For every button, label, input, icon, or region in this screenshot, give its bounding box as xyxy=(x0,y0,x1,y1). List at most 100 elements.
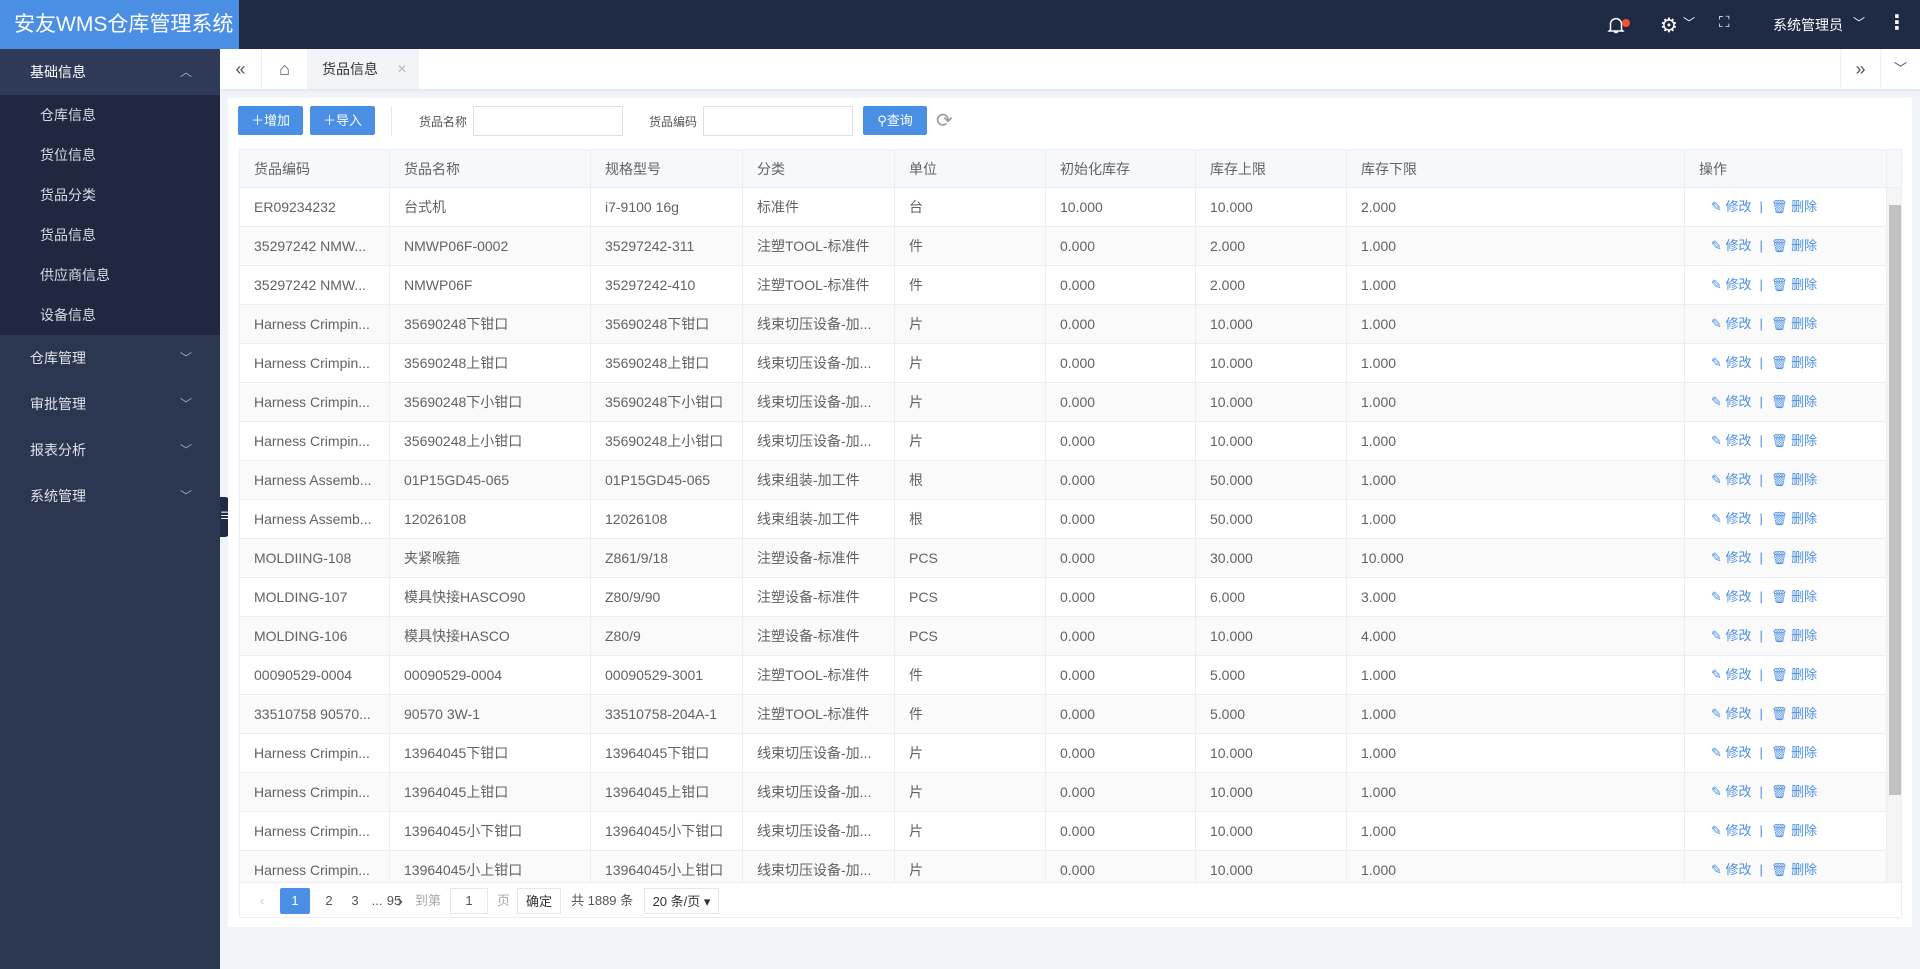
edit-button[interactable]: ✎ 修改 xyxy=(1711,550,1752,565)
confirm-button[interactable]: 确定 xyxy=(517,888,561,914)
next-page-icon[interactable]: › xyxy=(390,888,410,914)
edit-button[interactable]: ✎ 修改 xyxy=(1711,511,1752,526)
edit-button[interactable]: ✎ 修改 xyxy=(1711,355,1752,370)
table-cell: 10.000 xyxy=(1196,344,1347,382)
page-size-select[interactable]: 20 条/页 ▾ xyxy=(644,888,719,914)
delete-button[interactable]: 🗑 删除 xyxy=(1771,277,1817,292)
edit-button[interactable]: ✎ 修改 xyxy=(1711,238,1752,253)
delete-button[interactable]: 🗑 删除 xyxy=(1771,745,1817,760)
table-cell: 模具快接HASCO xyxy=(390,617,591,655)
delete-button[interactable]: 🗑 删除 xyxy=(1771,550,1817,565)
edit-icon: ✎ xyxy=(1711,472,1722,487)
sidebar-item[interactable]: 设备信息 xyxy=(0,295,220,335)
sidebar: 基础信息 ︿ 仓库信息 货位信息 货品分类 货品信息 供应商信息 设备信息 仓库管理 ﹀ 审批管… xyxy=(0,49,220,969)
table-cell: 注塑设备-标准件 xyxy=(743,578,895,616)
scrollbar-thumb[interactable] xyxy=(1889,205,1901,795)
sidebar-submenu: 仓库信息 货位信息 货品分类 货品信息 供应商信息 设备信息 xyxy=(0,95,220,335)
row-actions: ✎ 修改 | 🗑 删除 xyxy=(1685,305,1887,343)
table-cell: 线束切压设备-加... xyxy=(743,383,895,421)
prev-page-icon[interactable]: ‹ xyxy=(252,888,272,914)
sidebar-item[interactable]: 货品信息 xyxy=(0,215,220,255)
delete-button[interactable]: 🗑 删除 xyxy=(1771,589,1817,604)
sidebar-group[interactable]: 审批管理 ﹀ xyxy=(0,381,220,427)
edit-button[interactable]: ✎ 修改 xyxy=(1711,472,1752,487)
add-button[interactable]: ＋增加 xyxy=(238,106,303,135)
delete-button[interactable]: 🗑 删除 xyxy=(1771,355,1817,370)
delete-button[interactable]: 🗑 删除 xyxy=(1771,433,1817,448)
user-menu[interactable]: 系统管理员 xyxy=(1773,15,1843,35)
row-actions: ✎ 修改 | 🗑 删除 xyxy=(1685,539,1887,577)
edit-button[interactable]: ✎ 修改 xyxy=(1711,589,1752,604)
delete-button[interactable]: 🗑 删除 xyxy=(1771,667,1817,682)
sidebar-group[interactable]: 报表分析 ﹀ xyxy=(0,427,220,473)
sidebar-item[interactable]: 供应商信息 xyxy=(0,255,220,295)
delete-button[interactable]: 🗑 删除 xyxy=(1771,628,1817,643)
goods-code-input[interactable] xyxy=(703,106,853,136)
delete-button[interactable]: 🗑 删除 xyxy=(1771,199,1817,214)
close-icon[interactable]: ✕ xyxy=(397,49,407,89)
sidebar-item[interactable]: 货品分类 xyxy=(0,175,220,215)
sidebar-group[interactable]: 仓库管理 ﹀ xyxy=(0,335,220,381)
table-row: Harness Crimpin... 13964045下钳口 13964045下钳口… xyxy=(240,734,1887,773)
edit-button[interactable]: ✎ 修改 xyxy=(1711,628,1752,643)
tab-goods-info[interactable]: 货品信息 ✕ xyxy=(307,49,419,89)
fullscreen-icon[interactable]: ⛶ xyxy=(1719,14,1730,31)
table-cell: Harness Crimpin... xyxy=(240,734,390,772)
delete-button[interactable]: 🗑 删除 xyxy=(1771,394,1817,409)
scroll-left-icon[interactable]: « xyxy=(220,49,262,89)
page-number[interactable]: 2 xyxy=(320,888,338,914)
trash-icon: 🗑 xyxy=(1770,745,1788,760)
table-cell: 35297242 NMW... xyxy=(240,266,390,304)
edit-button[interactable]: ✎ 修改 xyxy=(1711,667,1752,682)
goto-page-input[interactable] xyxy=(450,888,488,914)
delete-button[interactable]: 🗑 删除 xyxy=(1771,823,1817,838)
edit-button[interactable]: ✎ 修改 xyxy=(1711,277,1752,292)
edit-button[interactable]: ✎ 修改 xyxy=(1711,433,1752,448)
refresh-icon[interactable]: ⟳ xyxy=(936,108,953,133)
table-cell: 0.000 xyxy=(1046,812,1196,850)
chevron-down-icon[interactable]: ﹀ xyxy=(1853,14,1865,31)
table-cell: 01P15GD45-065 xyxy=(390,461,591,499)
delete-button[interactable]: 🗑 删除 xyxy=(1771,511,1817,526)
sidebar-item[interactable]: 货位信息 xyxy=(0,135,220,175)
edit-button[interactable]: ✎ 修改 xyxy=(1711,862,1752,877)
query-button[interactable]: ⚲查询 xyxy=(863,106,927,135)
import-button[interactable]: ＋导入 xyxy=(310,106,375,135)
vertical-scrollbar[interactable] xyxy=(1887,188,1901,882)
sidebar-group-basic-info[interactable]: 基础信息 ︿ xyxy=(0,49,220,95)
edit-button[interactable]: ✎ 修改 xyxy=(1711,394,1752,409)
edit-icon: ✎ xyxy=(1711,862,1722,877)
delete-button[interactable]: 🗑 删除 xyxy=(1771,316,1817,331)
gear-icon[interactable]: ⚙ xyxy=(1660,13,1678,38)
edit-button[interactable]: ✎ 修改 xyxy=(1711,316,1752,331)
delete-button[interactable]: 🗑 删除 xyxy=(1771,238,1817,253)
sidebar-item[interactable]: 仓库信息 xyxy=(0,95,220,135)
more-icon[interactable]: ⋮ xyxy=(1887,10,1907,35)
chevron-down-icon[interactable]: ﹀ xyxy=(1683,14,1695,31)
table-cell: 1.000 xyxy=(1347,266,1685,304)
edit-button[interactable]: ✎ 修改 xyxy=(1711,199,1752,214)
page-number[interactable]: 1 xyxy=(280,888,310,914)
delete-button[interactable]: 🗑 删除 xyxy=(1771,862,1817,877)
page-number[interactable]: 3 xyxy=(346,888,364,914)
sidebar-group[interactable]: 系统管理 ﹀ xyxy=(0,473,220,519)
table-row: Harness Crimpin... 35690248下钳口 35690248下钳口… xyxy=(240,305,1887,344)
scroll-right-icon[interactable]: » xyxy=(1840,49,1880,89)
table-cell: 线束组装-加工件 xyxy=(743,500,895,538)
edit-button[interactable]: ✎ 修改 xyxy=(1711,784,1752,799)
table-cell: 件 xyxy=(895,656,1046,694)
table-cell: 50.000 xyxy=(1196,500,1347,538)
table-cell: NMWP06F xyxy=(390,266,591,304)
chevron-down-icon[interactable]: ﹀ xyxy=(1880,49,1920,89)
delete-button[interactable]: 🗑 删除 xyxy=(1771,472,1817,487)
chevron-down-icon: ﹀ xyxy=(179,351,192,365)
delete-button[interactable]: 🗑 删除 xyxy=(1771,706,1817,721)
home-icon[interactable]: ⌂ xyxy=(262,49,307,89)
edit-button[interactable]: ✎ 修改 xyxy=(1711,706,1752,721)
trash-icon: 🗑 xyxy=(1770,355,1788,370)
divider: | xyxy=(1759,277,1763,292)
edit-button[interactable]: ✎ 修改 xyxy=(1711,745,1752,760)
goods-name-input[interactable] xyxy=(473,106,623,136)
edit-button[interactable]: ✎ 修改 xyxy=(1711,823,1752,838)
delete-button[interactable]: 🗑 删除 xyxy=(1771,784,1817,799)
